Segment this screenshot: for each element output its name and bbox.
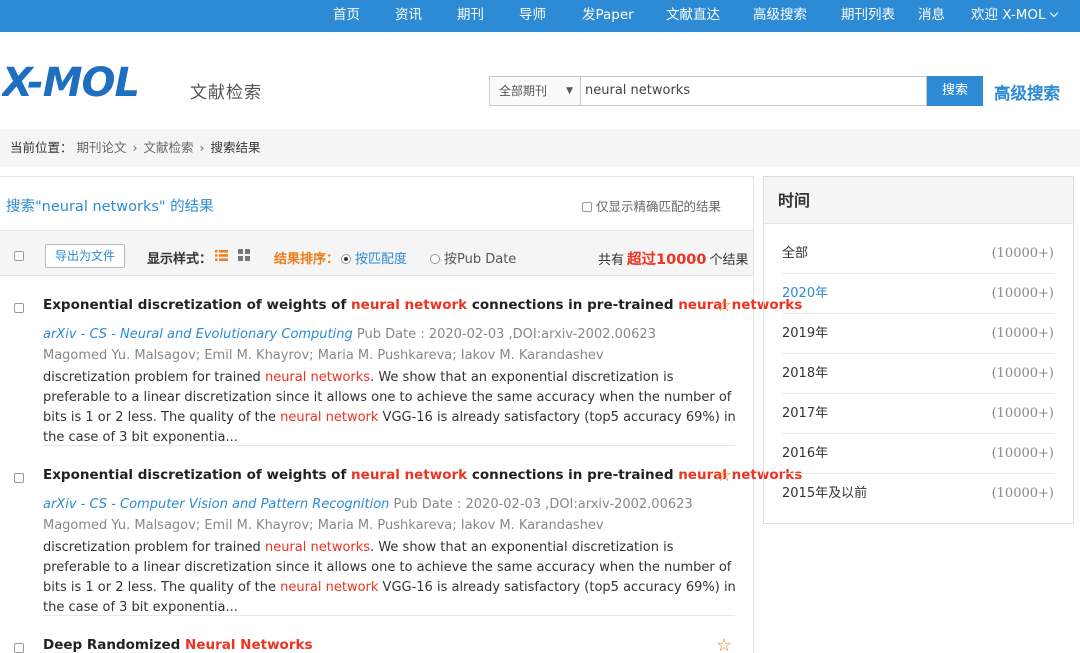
breadcrumb-journal-papers[interactable]: 期刊论文: [77, 140, 127, 155]
search-input[interactable]: neural networks: [580, 76, 927, 106]
radio-icon: [430, 253, 440, 264]
user-greeting: 欢迎 X-MOL: [971, 7, 1046, 23]
result-checkbox[interactable]: [14, 473, 24, 483]
result-checkbox[interactable]: [14, 643, 24, 653]
journal-scope-value: 全部期刊: [499, 84, 548, 98]
nav-user-menu[interactable]: 欢迎 X-MOL: [971, 0, 1058, 32]
nav-publish-paper[interactable]: 发Paper: [582, 0, 634, 32]
nav-home[interactable]: 首页: [333, 0, 360, 32]
favorite-star-icon[interactable]: ☆: [716, 635, 732, 653]
select-all-checkbox[interactable]: [14, 251, 24, 261]
xmol-logo[interactable]: X-MOL: [2, 62, 180, 102]
nav-advanced-search[interactable]: 高级搜索: [753, 0, 807, 32]
grid-view-icon[interactable]: [238, 249, 250, 261]
result-divider: [43, 445, 735, 446]
radio-selected-icon: [341, 253, 351, 264]
nav-messages[interactable]: 消息: [918, 0, 945, 32]
breadcrumb-prefix: 当前位置：: [10, 140, 73, 155]
time-filter-panel: 时间 全部 (10000+) 2020年 (10000+) 2019年 (10000+…: [763, 176, 1074, 524]
result-abstract: discretization problem for trained neura…: [43, 370, 736, 445]
time-filter-2018[interactable]: 2018年 (10000+): [782, 354, 1054, 394]
result-meta: Pub Date : 2020-02-03 ,DOI:arxiv-2002.00…: [389, 497, 693, 512]
results-heading: 搜索"neural networks" 的结果: [6, 199, 214, 215]
view-style-label: 显示样式：: [147, 252, 213, 267]
breadcrumb: 当前位置： 期刊论文 › 文献检索 › 搜索结果: [0, 130, 1080, 166]
list-view-icon[interactable]: [215, 250, 228, 261]
sort-relevance-label: 按匹配度: [355, 252, 408, 267]
favorite-star-icon[interactable]: ☆: [716, 465, 732, 486]
time-filter-2019[interactable]: 2019年 (10000+): [782, 314, 1054, 354]
breadcrumb-literature-search[interactable]: 文献检索: [143, 140, 193, 155]
sort-label: 结果排序：: [274, 252, 340, 267]
top-nav: 首页 资讯 期刊 导师 发Paper 文献直达 高级搜索 期刊列表 消息 欢迎 …: [0, 0, 1080, 32]
total-suffix: 个结果: [709, 253, 749, 268]
exact-match-option[interactable]: 仅显示精确匹配的结果: [582, 196, 721, 215]
breadcrumb-separator: ›: [199, 140, 205, 155]
nav-mentors[interactable]: 导师: [519, 0, 546, 32]
time-filter-2020[interactable]: 2020年 (10000+): [782, 274, 1054, 314]
result-abstract: discretization problem for trained neura…: [43, 540, 736, 615]
advanced-search-link[interactable]: 高级搜索: [994, 80, 1060, 104]
result-checkbox[interactable]: [14, 303, 24, 313]
result-meta: Pub Date : 2020-02-03 ,DOI:arxiv-2002.00…: [352, 327, 656, 342]
exact-match-label: 仅显示精确匹配的结果: [596, 199, 722, 214]
result-journal[interactable]: arXiv - CS - Computer Vision and Pattern…: [43, 497, 389, 512]
breadcrumb-current: 搜索结果: [210, 140, 261, 155]
sort-date-label: 按Pub Date: [444, 252, 517, 267]
nav-journals[interactable]: 期刊: [457, 0, 484, 32]
time-filter-2016[interactable]: 2016年 (10000+): [782, 434, 1054, 474]
results-toolbar: 导出为文件 显示样式： 结果排序： 按匹配度 按Pub Date 共有 超过100…: [0, 230, 753, 276]
journal-scope-select[interactable]: 全部期刊 ▼: [489, 76, 581, 106]
result-authors: Magomed Yu. Malsagov; Emil M. Khayrov; M…: [43, 348, 604, 363]
result-total: 共有 超过10000 个结果: [598, 248, 748, 269]
time-filter-2015-and-earlier[interactable]: 2015年及以前 (10000+): [782, 474, 1054, 514]
result-title[interactable]: Deep Randomized Neural Networks: [43, 637, 313, 653]
logo-text: X-MOL: [2, 62, 139, 102]
results-panel: 搜索"neural networks" 的结果 仅显示精确匹配的结果 导出为文件…: [0, 176, 802, 653]
nav-news[interactable]: 资讯: [395, 0, 422, 32]
result-source: arXiv - CS - Computer Vision and Pattern…: [43, 497, 693, 512]
nav-journal-list[interactable]: 期刊列表: [841, 0, 895, 32]
search-button[interactable]: 搜索: [927, 76, 983, 106]
result-divider: [43, 615, 735, 616]
logo-subtitle: 文献检索: [190, 83, 262, 103]
exact-match-checkbox[interactable]: [582, 201, 592, 212]
result-title[interactable]: Exponential discretization of weights of…: [43, 297, 802, 313]
time-filter-2017[interactable]: 2017年 (10000+): [782, 394, 1054, 434]
sort-by-relevance[interactable]: 按匹配度: [341, 248, 407, 267]
favorite-star-icon[interactable]: ☆: [716, 295, 732, 316]
export-button[interactable]: 导出为文件: [45, 244, 125, 268]
nav-direct-literature[interactable]: 文献直达: [666, 0, 720, 32]
total-count: 超过10000: [627, 252, 707, 268]
result-title[interactable]: Exponential discretization of weights of…: [43, 467, 802, 483]
total-prefix: 共有: [598, 253, 625, 268]
time-filter-all[interactable]: 全部 (10000+): [782, 234, 1054, 274]
result-journal[interactable]: arXiv - CS - Neural and Evolutionary Com…: [43, 327, 353, 342]
caret-down-icon: ▼: [566, 86, 573, 96]
chevron-down-icon: [1049, 8, 1058, 18]
time-filter-heading: 时间: [764, 177, 1073, 224]
sort-by-pub-date[interactable]: 按Pub Date: [430, 248, 516, 267]
result-source: arXiv - CS - Neural and Evolutionary Com…: [43, 327, 656, 342]
breadcrumb-separator: ›: [132, 140, 138, 155]
result-authors: Magomed Yu. Malsagov; Emil M. Khayrov; M…: [43, 518, 604, 533]
